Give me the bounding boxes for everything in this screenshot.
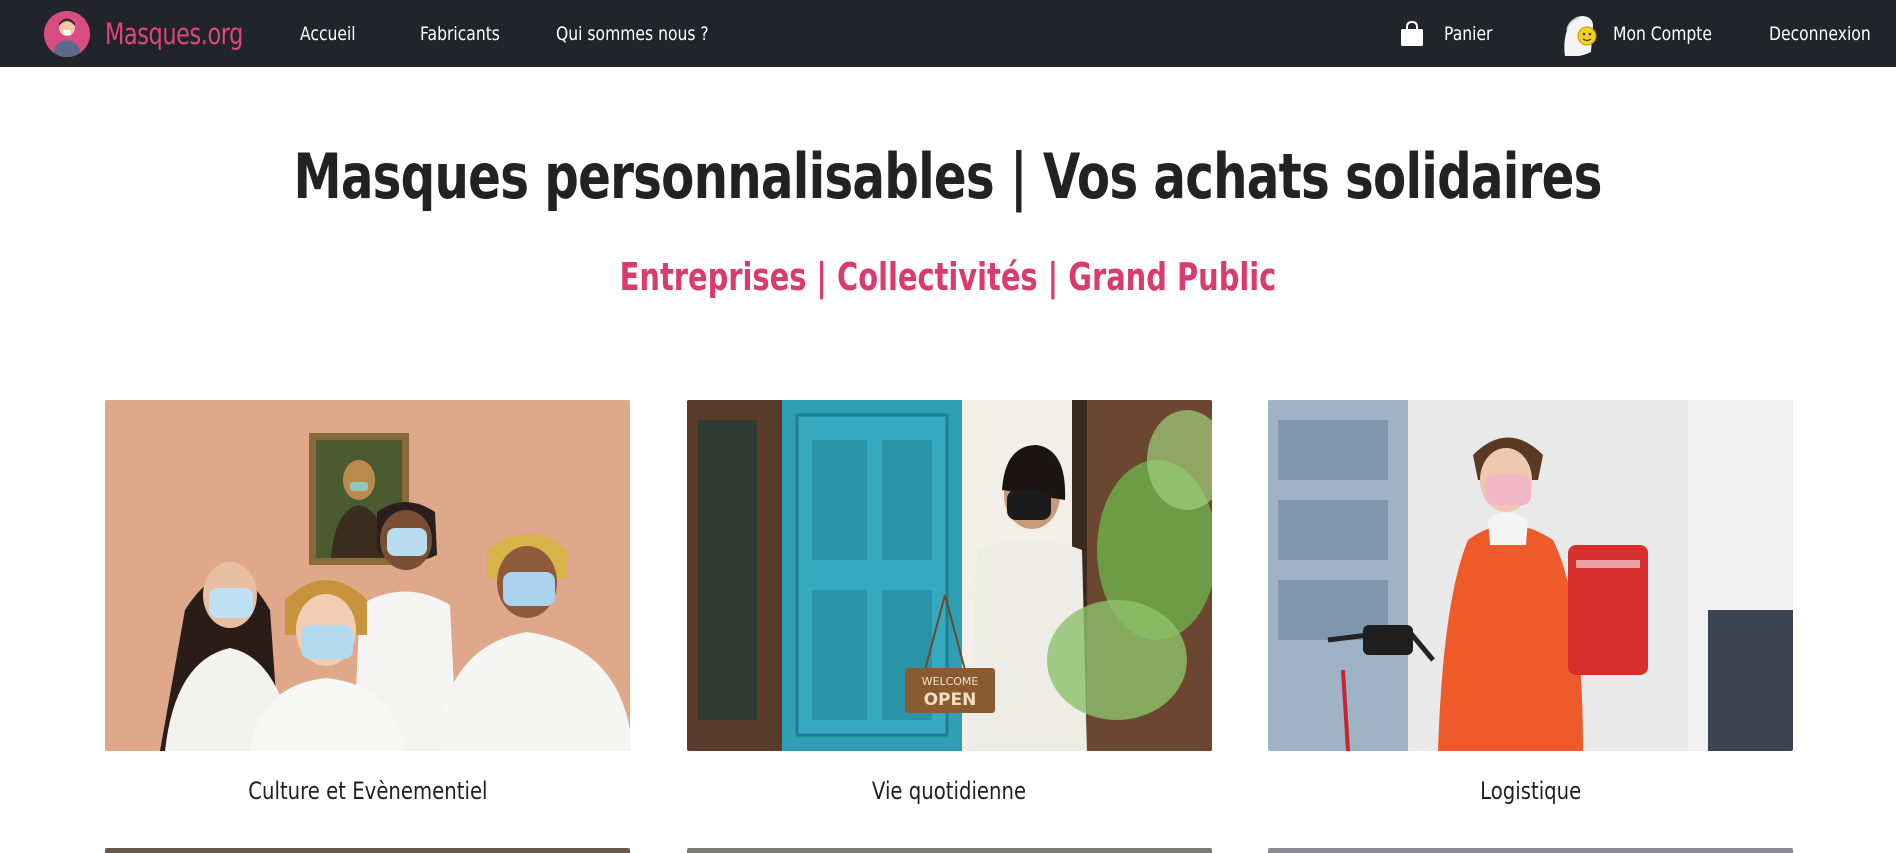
card-label-text: Vie quotidienne [872,777,1027,805]
delivery-cyclist-photo[interactable] [1268,400,1793,751]
category-card-vie-quotidienne[interactable]: WELCOME OPEN Vie quotidienne [687,400,1212,805]
page-subtitle-text: Entreprises | Collectivités | Grand Publ… [619,255,1277,299]
cart-link[interactable]: Panier [1400,0,1503,67]
nav-link-accueil[interactable]: Accueil [300,23,356,45]
card-label: Logistique [1268,777,1793,805]
page-subtitle: Entreprises | Collectivités | Grand Publ… [0,255,1896,299]
card-label: Vie quotidienne [687,777,1212,805]
svg-text:OPEN: OPEN [924,690,977,710]
card-label-text: Logistique [1479,777,1582,805]
cart-label: Panier [1444,22,1493,45]
shopping-bag-icon [1400,20,1424,47]
logout-label: Deconnexion [1769,22,1871,45]
category-card-logistique[interactable]: Logistique [1268,400,1793,805]
page-title-text: Masques personnalisables | Vos achats so… [293,140,1603,213]
card-next-row-peek [687,848,1212,853]
top-navbar: Masques.org Accueil Fabricants Qui somme… [0,0,1896,67]
main-nav: Accueil Fabricants Qui sommes nous ? [300,0,776,67]
account-label: Mon Compte [1613,22,1712,45]
card-label-text: Culture et Evènementiel [247,777,488,805]
account-button[interactable]: Mon Compte [1561,12,1734,56]
page-title: Masques personnalisables | Vos achats so… [0,140,1896,213]
card-next-row-peek [1268,848,1793,853]
svg-text:WELCOME: WELCOME [922,675,979,688]
nav-link-fabricants[interactable]: Fabricants [420,23,500,45]
brand-avatar-icon [44,10,90,57]
shop-open-sign-photo[interactable]: WELCOME OPEN [687,400,1212,751]
group-wearing-masks-photo[interactable] [105,400,630,751]
brand-home-link[interactable]: Masques.org [44,10,265,57]
card-label: Culture et Evènementiel [105,777,630,805]
brand-name: Masques.org [105,16,243,51]
logout-button[interactable]: Deconnexion [1769,23,1893,45]
cart-button[interactable]: Panier [1400,20,1503,47]
logout-link[interactable]: Deconnexion [1769,0,1893,67]
nav-link-qui-sommes-nous[interactable]: Qui sommes nous ? [556,23,709,45]
account-avatar-icon [1561,12,1599,56]
category-card-culture[interactable]: Culture et Evènementiel [105,400,630,805]
card-next-row-peek [105,848,630,853]
account-link[interactable]: Mon Compte [1561,0,1734,67]
